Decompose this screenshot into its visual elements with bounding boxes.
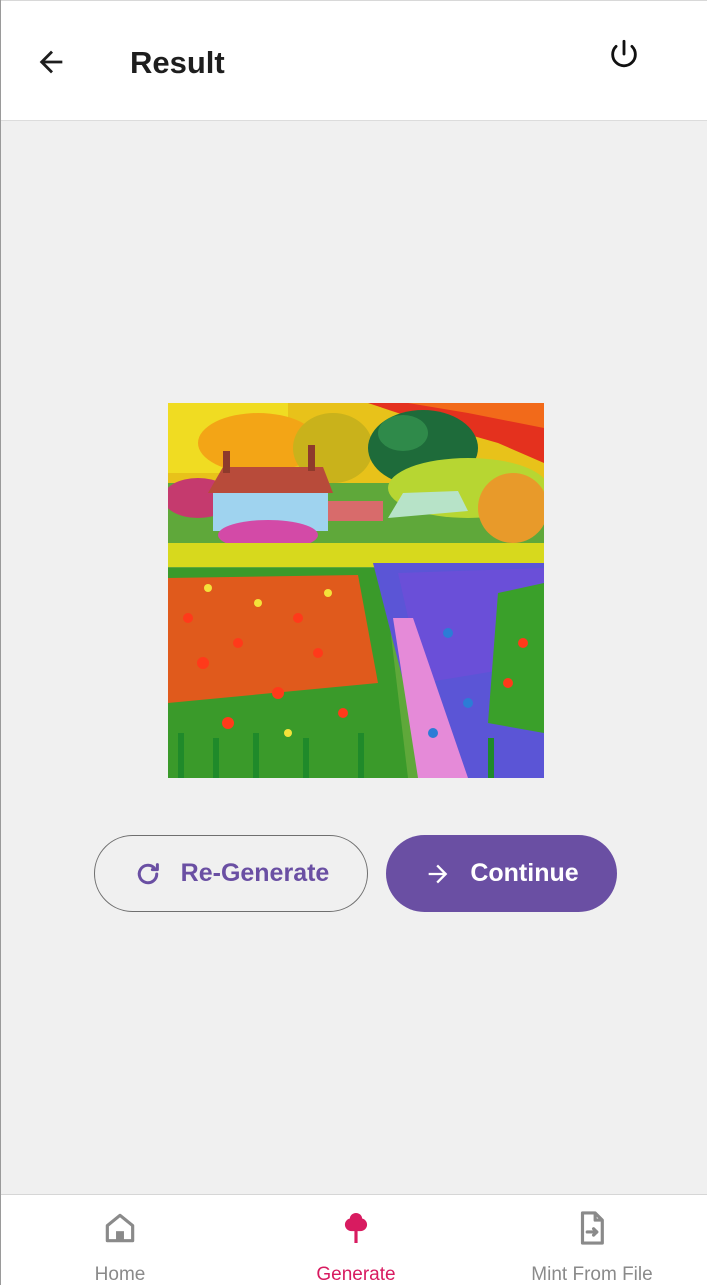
app-bar: Result <box>1 0 707 121</box>
nav-item-generate[interactable]: Generate <box>297 1195 415 1285</box>
power-icon <box>607 37 641 76</box>
main-content: Re-Generate Continue <box>1 122 707 1194</box>
nav-item-home[interactable]: Home <box>65 1195 175 1285</box>
tree-icon <box>337 1208 375 1248</box>
generated-image <box>168 403 544 778</box>
refresh-icon <box>133 859 163 889</box>
continue-label: Continue <box>470 859 579 887</box>
nav-label-generate: Generate <box>316 1264 396 1285</box>
regenerate-label: Re-Generate <box>180 859 330 887</box>
nav-item-mint-from-file[interactable]: Mint From File <box>511 1195 673 1285</box>
home-icon <box>101 1208 139 1248</box>
arrow-right-icon <box>424 860 452 888</box>
continue-button[interactable]: Continue <box>386 835 617 912</box>
file-import-icon <box>573 1208 611 1248</box>
arrow-left-icon <box>34 45 68 84</box>
page-title: Result <box>130 45 225 80</box>
regenerate-button[interactable]: Re-Generate <box>94 835 368 912</box>
back-button[interactable] <box>26 39 76 89</box>
nav-label-home: Home <box>94 1264 146 1285</box>
nav-label-mint-from-file: Mint From File <box>531 1264 653 1285</box>
bottom-navigation: Home Generate Mint From File <box>1 1194 707 1285</box>
power-button[interactable] <box>599 31 649 81</box>
